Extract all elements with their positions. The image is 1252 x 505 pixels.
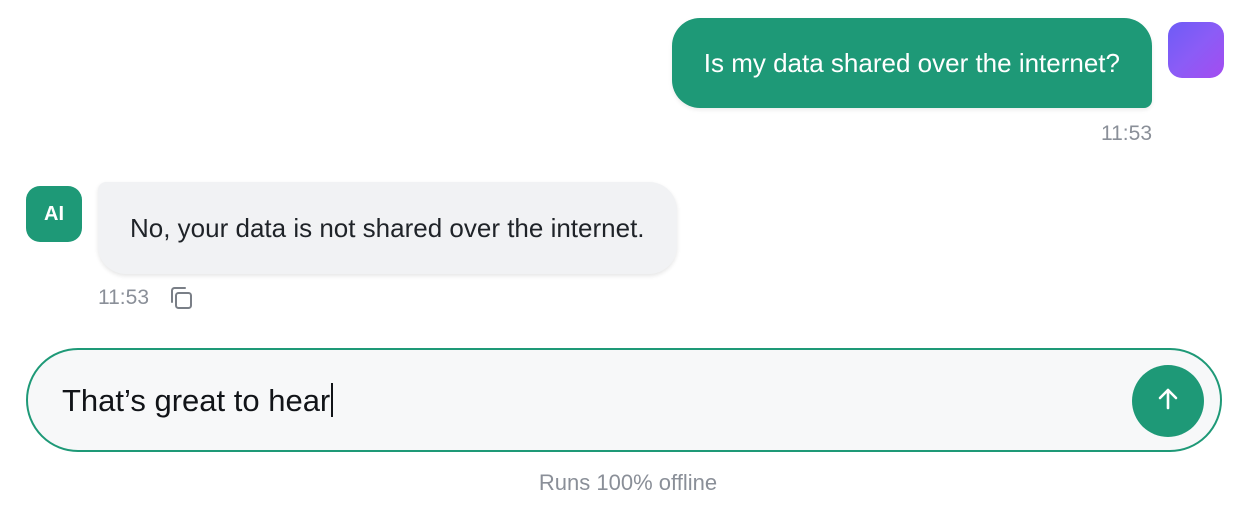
send-button[interactable]	[1132, 365, 1204, 437]
message-input[interactable]: That’s great to hear	[62, 383, 334, 418]
user-message: Is my data shared over the internet?	[671, 18, 1152, 108]
message-composer[interactable]: That’s great to hear	[26, 348, 1222, 452]
text-caret	[331, 383, 334, 417]
user-message-timestamp: 11:53	[1101, 122, 1152, 145]
user-avatar	[1168, 22, 1224, 78]
assistant-avatar: AI	[26, 186, 82, 242]
assistant-message-timestamp: 11:53	[98, 286, 149, 309]
message-input-text: That’s great to hear	[62, 383, 331, 418]
assistant-message-meta: 11:53	[98, 284, 195, 312]
assistant-message-bubble: No, your data is not shared over the int…	[98, 182, 677, 274]
copy-icon[interactable]	[167, 284, 195, 312]
chat-window: Is my data shared over the internet? 11:…	[0, 0, 1252, 505]
arrow-up-icon	[1154, 385, 1182, 418]
offline-note: Runs 100% offline	[538, 470, 718, 495]
user-message-bubble: Is my data shared over the internet?	[671, 18, 1152, 108]
